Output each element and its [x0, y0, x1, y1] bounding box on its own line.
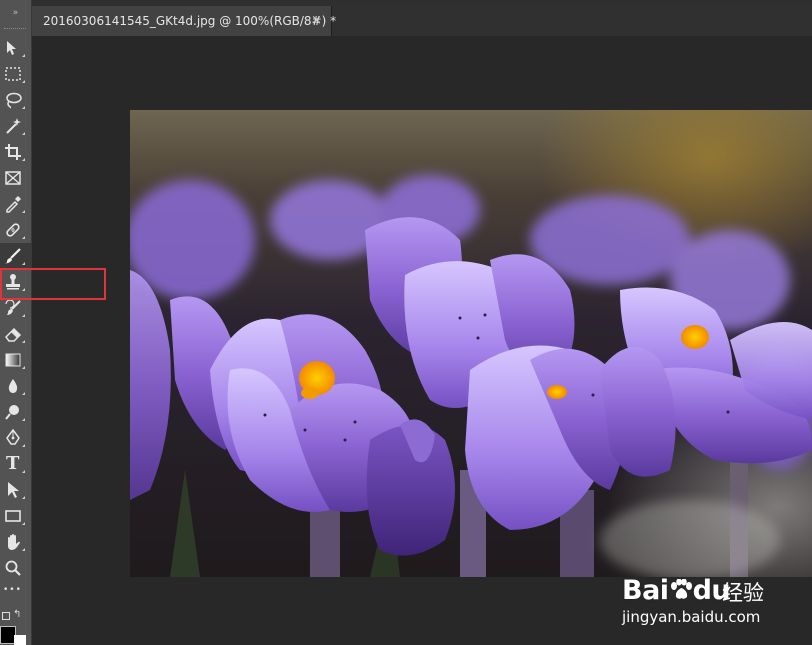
magnifier-icon [5, 560, 21, 576]
crop-tool[interactable] [0, 139, 31, 165]
tool-flyout-indicator [22, 210, 25, 213]
watermark: Bai du 经验 jingyan.baidu.com [622, 575, 802, 635]
crocus-photo [130, 110, 812, 577]
ellipsis-icon: ••• [3, 585, 22, 595]
highlight-box [0, 268, 106, 300]
magic-wand-tool[interactable] [0, 113, 31, 139]
gradient-tool[interactable] [0, 347, 31, 373]
blur-tool[interactable] [0, 373, 31, 399]
gradient-icon [5, 353, 21, 367]
brush-icon [5, 248, 21, 264]
eyedropper-icon [6, 196, 21, 213]
tool-flyout-indicator [22, 418, 25, 421]
type-tool[interactable]: T [0, 451, 31, 477]
tool-flyout-indicator [22, 470, 25, 473]
document-tab-title: 20160306141545_GKt4d.jpg @ 100%(RGB/8#) … [43, 14, 337, 28]
close-icon[interactable]: × [311, 13, 322, 28]
drop-icon [8, 379, 18, 393]
eraser-tool[interactable] [0, 321, 31, 347]
watermark-url: jingyan.baidu.com [622, 608, 761, 626]
tool-flyout-indicator [22, 132, 25, 135]
zoom-tool[interactable] [0, 555, 31, 581]
tool-flyout-indicator [22, 54, 25, 57]
panel-grip[interactable] [4, 28, 26, 31]
tool-flyout-indicator [22, 158, 25, 161]
document-image[interactable] [130, 110, 812, 577]
color-swatches: ↰ [0, 605, 31, 645]
path-selection-tool[interactable] [0, 477, 31, 503]
type-icon: T [6, 453, 20, 474]
tool-flyout-indicator [22, 366, 25, 369]
hand-icon [8, 534, 20, 550]
tool-flyout-indicator [22, 236, 25, 239]
healing-brush-tool[interactable] [0, 217, 31, 243]
dodge-tool[interactable] [0, 399, 31, 425]
default-colors-icon[interactable] [2, 612, 10, 620]
tool-flyout-indicator [22, 340, 25, 343]
tool-flyout-indicator [22, 314, 25, 317]
frame-tool[interactable] [0, 165, 31, 191]
pen-tool[interactable] [0, 425, 31, 451]
brush-tool[interactable] [0, 243, 31, 269]
eyedropper-tool[interactable] [0, 191, 31, 217]
tool-flyout-indicator [22, 262, 25, 265]
frame-icon [5, 171, 21, 185]
baidu-logo: Bai du [622, 575, 731, 606]
pen-icon [6, 429, 20, 445]
tool-flyout-indicator [22, 392, 25, 395]
tool-flyout-indicator [22, 106, 25, 109]
tool-flyout-indicator [22, 522, 25, 525]
rectangle-icon [5, 510, 21, 522]
tool-flyout-indicator [22, 80, 25, 83]
marquee-tool[interactable] [0, 61, 31, 87]
hand-tool[interactable] [0, 529, 31, 555]
magic-wand-icon [6, 118, 21, 134]
bandage-icon [6, 223, 20, 237]
lasso-tool[interactable] [0, 87, 31, 113]
eraser-icon [5, 327, 22, 342]
photoshop-window: » T ••• ↰ 20160306141545_GKt4d.jpg @ 100… [0, 0, 812, 645]
rectangle-tool[interactable] [0, 503, 31, 529]
tool-flyout-indicator [22, 548, 25, 551]
arrow-icon [8, 482, 19, 498]
crop-icon [5, 144, 21, 160]
paw-icon [670, 579, 692, 599]
watermark-logo-bai: Bai [622, 575, 669, 606]
tool-flyout-indicator [22, 444, 25, 447]
tool-flyout-indicator [22, 496, 25, 499]
more-tools[interactable]: ••• [0, 581, 31, 607]
collapse-panel-icon[interactable]: » [0, 8, 31, 24]
history-brush-icon [5, 299, 21, 315]
marquee-icon [5, 67, 21, 81]
document-tab[interactable]: 20160306141545_GKt4d.jpg @ 100%(RGB/8#) … [32, 6, 336, 36]
background-color-swatch[interactable] [14, 635, 26, 645]
swap-colors-icon[interactable]: ↰ [13, 609, 21, 620]
document-tab-bar: 20160306141545_GKt4d.jpg @ 100%(RGB/8#) … [32, 6, 812, 36]
dodge-icon [5, 405, 19, 420]
lasso-icon [6, 92, 22, 109]
tools-panel: » T ••• ↰ [0, 0, 32, 645]
move-tool[interactable] [0, 35, 31, 61]
watermark-cn: 经验 [722, 581, 764, 605]
move-icon [7, 41, 16, 55]
